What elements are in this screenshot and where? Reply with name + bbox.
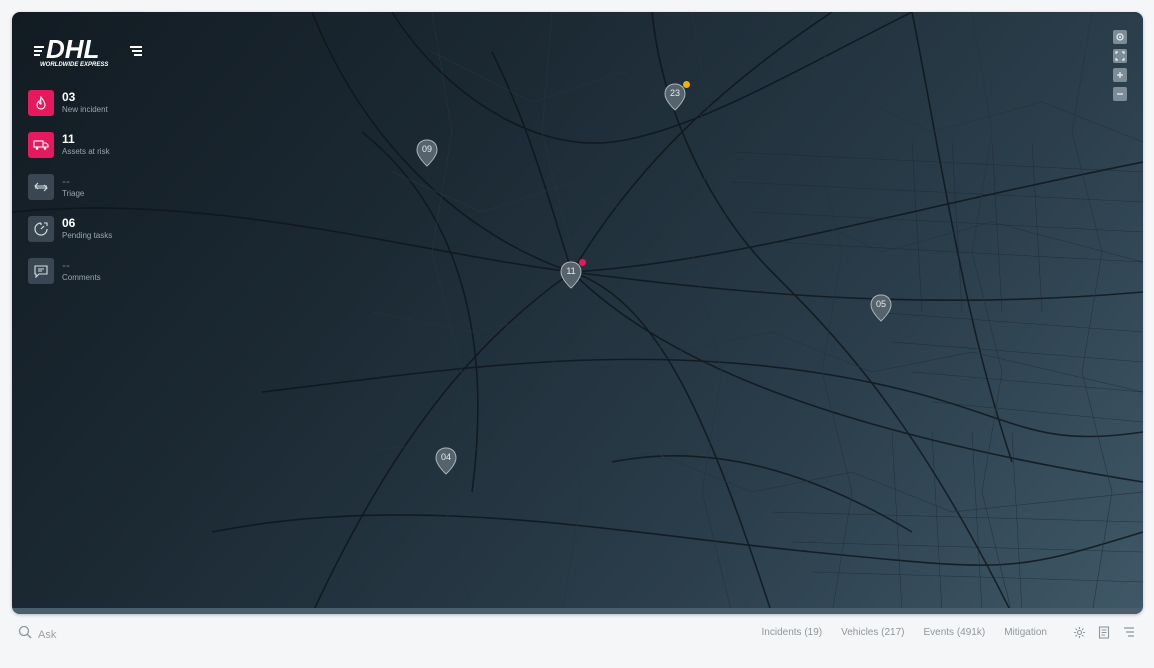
truck-icon bbox=[28, 132, 54, 158]
marker-label: 05 bbox=[875, 299, 886, 309]
stat-pending-tasks[interactable]: 06 Pending tasks bbox=[28, 216, 112, 258]
stats-panel: 03 New incident 11 Assets at risk -- Tri… bbox=[28, 90, 112, 300]
toolbar bbox=[1072, 625, 1136, 639]
stat-triage[interactable]: -- Triage bbox=[28, 174, 112, 216]
filter-incidents[interactable]: Incidents (19) bbox=[762, 627, 823, 638]
ask-input[interactable]: Ask bbox=[18, 625, 56, 644]
timer-icon bbox=[28, 216, 54, 242]
stat-label: Assets at risk bbox=[62, 147, 110, 156]
marker-label: 11 bbox=[566, 266, 576, 276]
map[interactable]: DHL WORLDWIDE EXPRESS 03 New incident 11… bbox=[12, 12, 1143, 614]
stat-comments[interactable]: -- Comments bbox=[28, 258, 112, 300]
map-marker[interactable]: 11 bbox=[560, 259, 586, 289]
fullscreen-icon[interactable] bbox=[1113, 49, 1127, 63]
gear-icon[interactable] bbox=[1072, 625, 1086, 639]
map-marker[interactable]: 23 bbox=[664, 81, 690, 111]
stat-assets-at-risk[interactable]: 11 Assets at risk bbox=[28, 132, 112, 174]
bottom-bar: Ask Incidents (19) Vehicles (217) Events… bbox=[0, 618, 1154, 648]
stat-label: New incident bbox=[62, 105, 108, 114]
document-icon[interactable] bbox=[1097, 625, 1111, 639]
logo-tagline: WORLDWIDE EXPRESS bbox=[40, 62, 108, 68]
logo-wordmark: DHL bbox=[46, 34, 99, 64]
map-marker[interactable]: 04 bbox=[435, 447, 457, 475]
map-marker[interactable]: 05 bbox=[870, 294, 892, 322]
list-icon[interactable] bbox=[1122, 625, 1136, 639]
stat-value: 11 bbox=[62, 132, 75, 146]
ask-placeholder: Ask bbox=[38, 628, 57, 641]
zoom-in-icon[interactable] bbox=[1113, 68, 1127, 82]
stat-label: Pending tasks bbox=[62, 231, 113, 240]
filter-vehicles[interactable]: Vehicles (217) bbox=[841, 627, 904, 638]
marker-alert-dot bbox=[683, 81, 690, 88]
map-controls bbox=[1113, 30, 1127, 101]
zoom-out-icon[interactable] bbox=[1113, 87, 1127, 101]
marker-label: 09 bbox=[421, 144, 432, 154]
layer-filters: Incidents (19) Vehicles (217) Events (49… bbox=[762, 627, 1047, 638]
stat-label: Comments bbox=[62, 273, 101, 282]
stat-label: Triage bbox=[62, 189, 85, 198]
settings-icon[interactable] bbox=[1113, 30, 1127, 44]
marker-label: 23 bbox=[669, 88, 680, 98]
map-roads bbox=[12, 12, 1143, 614]
swap-arrows-icon bbox=[28, 174, 54, 200]
map-marker[interactable]: 09 bbox=[416, 139, 438, 167]
search-icon bbox=[18, 625, 32, 644]
dhl-logo: DHL WORLDWIDE EXPRESS bbox=[34, 32, 144, 72]
stat-value: 06 bbox=[62, 216, 76, 230]
stat-value: -- bbox=[62, 174, 70, 188]
fire-icon bbox=[28, 90, 54, 116]
marker-label: 04 bbox=[440, 452, 451, 462]
comment-icon bbox=[28, 258, 54, 284]
stat-value: 03 bbox=[62, 90, 76, 104]
filter-events[interactable]: Events (491k) bbox=[923, 627, 985, 638]
stat-new-incident[interactable]: 03 New incident bbox=[28, 90, 112, 132]
stat-value: -- bbox=[62, 258, 70, 272]
marker-alert-dot bbox=[579, 259, 586, 266]
filter-mitigation[interactable]: Mitigation bbox=[1004, 627, 1047, 638]
